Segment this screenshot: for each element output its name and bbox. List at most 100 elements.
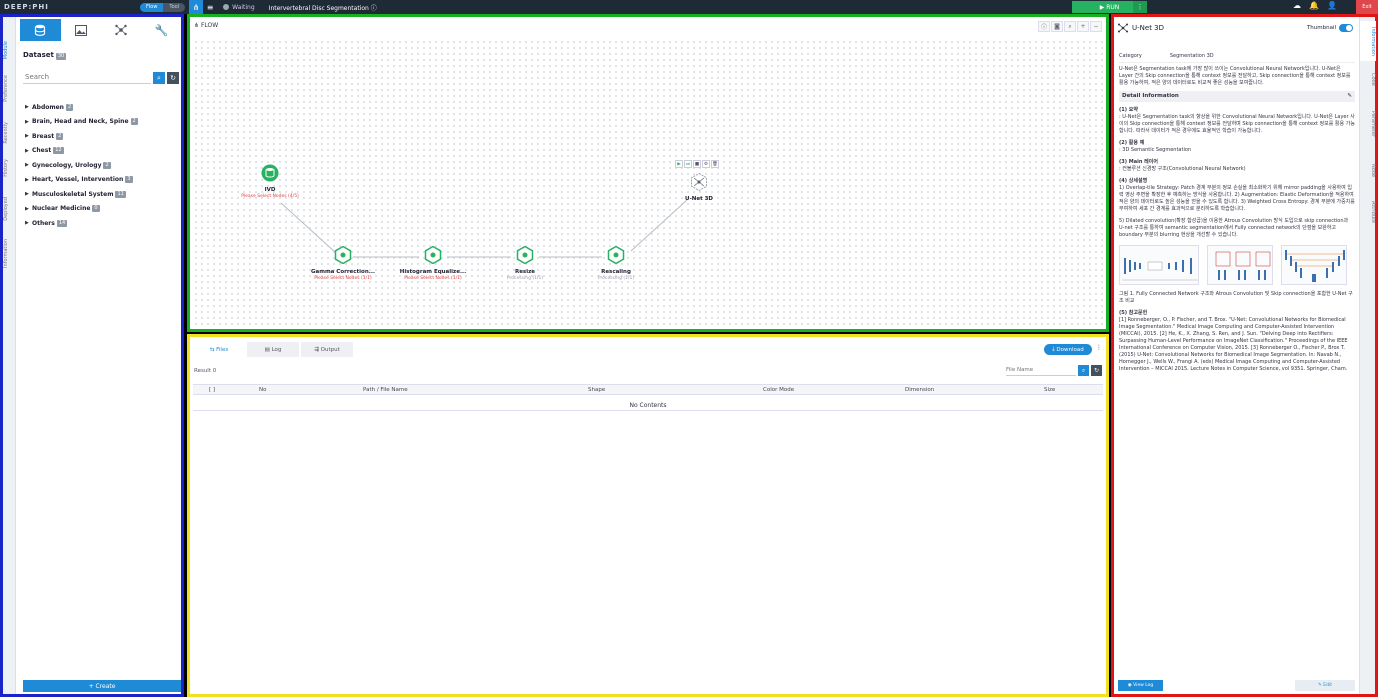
bottom-panel: ⇆ Files ▤ Log ⇶ Output ⤓ Download ⋮ Resu… [187,334,1109,697]
col-color-mode: Color Mode [763,386,795,393]
delete-icon[interactable]: 🗑 [711,160,719,168]
tree-item-breast[interactable]: ▶ Breast 2 [25,129,180,144]
section-body: : 3D Semantic Segmentation [1119,147,1192,153]
vtab-history[interactable]: History [3,159,16,177]
rtab-information[interactable]: Information [1360,21,1376,61]
tab-files[interactable]: ⇆ Files [193,342,245,357]
node-rescaling[interactable]: Rescaling Processing (1/1) [576,245,656,281]
rtab-node[interactable]: Node [1360,164,1376,177]
edit-icon[interactable]: ✎ [1347,93,1352,100]
node-unet-3d[interactable]: U-Net 3D [659,172,739,202]
tree-item-chest[interactable]: ▶ Chest 12 [25,144,180,159]
zoom-fit-icon[interactable]: ⌕ [1064,21,1076,32]
info-icon[interactable]: ⓘ [1038,21,1050,32]
view-log-button[interactable]: ◉ View Log [1118,679,1163,691]
file-refresh-button[interactable]: ↻ [1091,365,1102,376]
output-icon: ⇶ [314,346,319,353]
top-bar: DEEP:PHI Flow Tool ⋔ ≡ Waiting Intervert… [0,0,1378,14]
settings-icon[interactable]: ⚙ [702,160,710,168]
node-histogram-equalize[interactable]: Histogram Equalize... Please Select Node… [393,245,473,281]
vtab-deployed[interactable]: Deployed [3,197,16,221]
dataset-search-input[interactable] [23,71,151,84]
notification-icon[interactable]: 🔔 [1309,1,1319,10]
architecture-figures [1119,245,1355,285]
section-body: 1) Overlap-tile Strategy: Patch 경계 부분의 정… [1119,185,1355,212]
info-icon[interactable]: ⓘ [371,5,377,12]
edge-rescale-unet [630,199,688,252]
stop-icon[interactable]: ■ [693,160,701,168]
tab-log[interactable]: ▤ Log [247,342,299,357]
download-more-button[interactable]: ⋮ [1096,344,1102,351]
wrench-icon[interactable]: 🔧 [142,19,183,41]
result-count: Result 0 [194,368,217,374]
thumbnail-toggle[interactable]: Thumbnail [1307,24,1353,32]
eye-icon: ◉ [1127,682,1132,688]
image-icon[interactable] [61,19,102,41]
log-icon: ▤ [264,346,270,353]
user-icon[interactable]: 👤 [1327,1,1337,10]
right-vertical-tabs: Information Code Parameter Node Attribut… [1359,17,1376,694]
mode-toggle[interactable]: Flow Tool [140,2,186,12]
rtab-attribute[interactable]: Attribute [1360,201,1376,223]
file-search-button[interactable]: ⌕ [1078,365,1089,376]
mode-tool[interactable]: Tool [163,2,186,12]
refresh-icon: ↻ [1093,367,1100,374]
caret-right-icon: ▶ [25,191,29,198]
tree-item-heart[interactable]: ▶ Heart, Vessel, Intervention 3 [25,173,180,188]
exit-button[interactable]: Exit [1356,0,1378,14]
search-button[interactable]: ⌕ [153,72,165,84]
list-view-icon[interactable]: ≡ [203,0,217,14]
play-icon[interactable]: ▶ [675,160,683,168]
module-info-content: Category Segmentation 3D U-Net은 Segmenta… [1119,51,1355,373]
edit-button[interactable]: ✎ Edit [1295,679,1355,691]
tree-item-brain[interactable]: ▶ Brain, Head and Neck, Spine 2 [25,115,180,130]
bottom-tabs: ⇆ Files ▤ Log ⇶ Output [193,342,355,357]
camera-icon[interactable]: ◙ [1051,21,1063,32]
network-icon[interactable] [101,19,142,41]
empty-table-message: No Contents [193,400,1103,411]
create-button[interactable]: + Create [23,680,181,692]
cloud-icon[interactable]: ☁ [1293,1,1301,10]
vtab-information[interactable]: Information [3,239,16,268]
vtab-recently[interactable]: Recently [3,122,16,144]
tree-item-musculoskeletal[interactable]: ▶ Musculoskeletal System 11 [25,187,180,202]
col-checkbox[interactable]: [ ] [209,387,215,393]
node-resize[interactable]: Resize Processing (1/1) [485,245,565,281]
tree-item-others[interactable]: ▶ Others 14 [25,216,180,231]
zoom-in-icon[interactable]: + [1077,21,1089,32]
database-icon[interactable] [20,19,61,41]
tree-item-gynecology[interactable]: ▶ Gynecology, Urology 2 [25,158,180,173]
node-ivd[interactable]: IVD Please Select Nodes (4/5) [230,164,310,199]
status-dot-icon [223,4,230,10]
refresh-button[interactable]: ↻ [167,72,179,84]
flow-view-icon[interactable]: ⋔ [189,0,204,14]
node-gamma-correction[interactable]: Gamma Correction... Please Select Nodes … [303,245,383,281]
rtab-code[interactable]: Code [1360,73,1376,86]
left-panel: Module Preference Recently History Deplo… [0,14,184,697]
vtab-module[interactable]: Module [3,41,16,59]
mode-flow[interactable]: Flow [140,2,164,12]
tree-item-nuclear[interactable]: ▶ Nuclear Medicine 0 [25,202,180,217]
col-shape: Shape [588,386,606,393]
references-body: [1] Ronneberger, O., P. Fischer, and T. … [1119,317,1348,372]
neural-network-icon [691,172,707,192]
run-status: Waiting [223,4,255,11]
tab-output[interactable]: ⇶ Output [301,342,353,357]
flow-canvas[interactable]: IVD Please Select Nodes (4/5) Gamma Corr… [193,39,1103,326]
download-button[interactable]: ⤓ Download [1044,344,1092,355]
rtab-parameter[interactable]: Parameter [1360,111,1376,137]
step-icon[interactable]: ⏭ [684,160,692,168]
thumbnail-switch[interactable] [1339,24,1353,32]
run-more-button[interactable]: ⋮ [1133,1,1147,13]
processing-node-icon [334,245,352,265]
files-icon: ⇆ [209,346,215,353]
tree-item-abdomen[interactable]: ▶ Abdomen 2 [25,100,180,115]
zoom-out-icon[interactable]: − [1090,21,1102,32]
vtab-preference[interactable]: Preference [3,75,16,102]
dataset-count-badge: 30 [55,53,67,60]
file-name-search-input[interactable] [1006,365,1076,376]
processing-node-icon [607,245,625,265]
top-right-icons: ☁ 🔔 👤 [1293,1,1337,10]
caret-right-icon: ▶ [25,147,29,154]
caret-right-icon: ▶ [25,176,29,183]
